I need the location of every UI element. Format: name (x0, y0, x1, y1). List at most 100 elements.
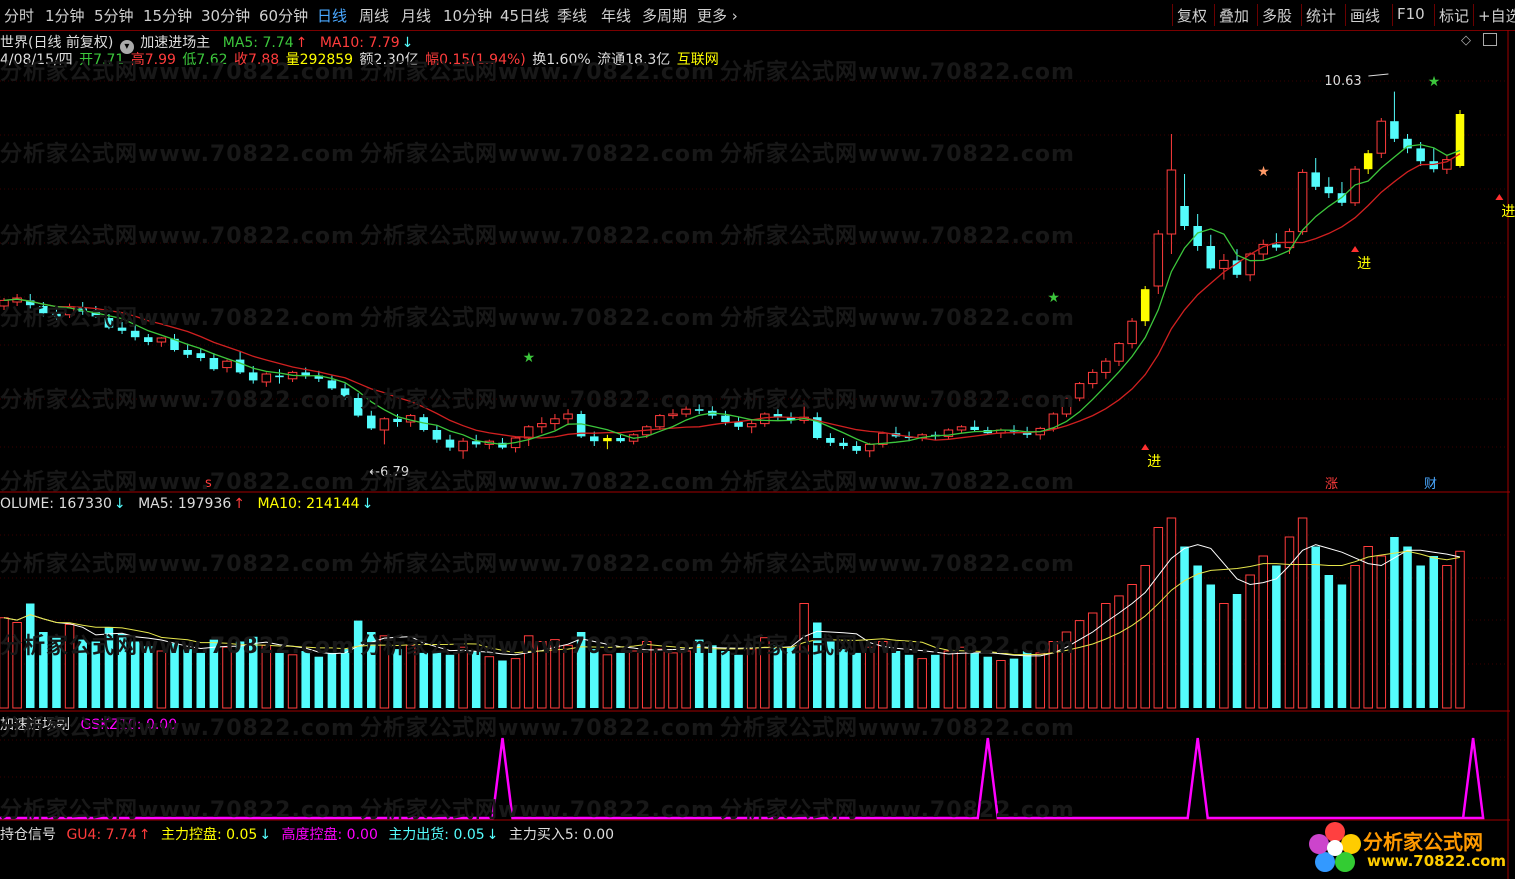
candle-body (1376, 120, 1387, 154)
volume-bar (379, 635, 390, 709)
candle-body (681, 408, 691, 415)
volume-bar (878, 641, 888, 709)
volume-bar (235, 641, 245, 708)
sub1-name[interactable]: 加速进场副 (0, 717, 70, 733)
volume-bar (1193, 565, 1202, 708)
volume-bar (301, 651, 310, 708)
volume-bar (144, 646, 153, 708)
volume-bar (261, 644, 272, 709)
volume-bar (39, 632, 48, 708)
down-arrow-icon: ↓ (361, 496, 374, 512)
volume-bar (734, 654, 743, 708)
volume-bar (891, 651, 901, 708)
candle-body (1153, 233, 1164, 287)
candle-body (537, 423, 547, 428)
volume-bar (1061, 631, 1072, 709)
candle-body (432, 430, 442, 440)
candle-body (1140, 289, 1150, 322)
logo-url: www.70822.com (1367, 852, 1507, 870)
volume-bar (708, 645, 717, 708)
volume-bar (1166, 517, 1177, 709)
volume-bar (1035, 652, 1046, 709)
candle-body (1363, 153, 1373, 170)
candle-body (340, 388, 350, 398)
sub2-gu4: GU4: 7.74 (66, 827, 137, 843)
candle-body (130, 330, 140, 338)
candle-body (1219, 259, 1229, 269)
sub2-header: 持仓信号 GU4: 7.74 ↑ 主力控盘: 0.05 ↓ 高度控盘: 0.00 主… (0, 824, 616, 844)
volume-bar (1324, 575, 1334, 708)
candle-body (1101, 360, 1111, 373)
candle-body (734, 422, 743, 427)
volume-bar (852, 652, 861, 708)
volume-ma10-line (3, 550, 1461, 656)
candle-body (196, 353, 206, 358)
volume-bar (1416, 565, 1425, 708)
sub1-value: GSKZ10: 0.00 (80, 717, 178, 733)
volume-bar (419, 652, 429, 708)
volume-bar (523, 635, 534, 709)
volume-bar (1297, 517, 1308, 709)
volume-bar (117, 633, 127, 708)
up-arrow-icon: ↑ (138, 827, 151, 843)
candle-body (327, 380, 337, 389)
volume-bar (170, 643, 179, 708)
volume-bar (484, 656, 495, 709)
volume-bar (432, 651, 442, 708)
volume-bar (668, 652, 678, 709)
volume-bar (209, 639, 219, 708)
volume-bar (248, 636, 258, 708)
volume-bar (590, 649, 599, 708)
candle-body (1087, 371, 1098, 385)
volume-bar (275, 652, 284, 708)
high-price-label: 10.63 (1324, 74, 1361, 89)
site-logo: 分析家公式网 www.70822.com (1305, 818, 1510, 876)
s-marker: s (205, 476, 212, 491)
volume-bar (104, 627, 114, 708)
volume-bar (812, 622, 822, 708)
candle-body (1206, 246, 1216, 269)
kline-chart[interactable]: 10.63←6.79进进进★★★★s 涨财 (0, 0, 1515, 879)
candle-body (655, 415, 665, 428)
sub2-name[interactable]: 持仓信号 (0, 827, 56, 843)
sub-indicator-lines (0, 737, 1485, 820)
volume-bar (760, 637, 770, 709)
candle-body (117, 327, 127, 331)
sub2-buy: 主力买入5: 0.00 (508, 827, 615, 843)
volume-bar (931, 654, 940, 708)
candle-body (603, 438, 612, 442)
volume-bar (681, 650, 691, 709)
volume-bar (156, 650, 167, 709)
candle-body (1390, 121, 1399, 139)
candle-body (523, 426, 534, 439)
sub2-out: 主力出货: 0.05 (388, 827, 485, 843)
candle-body (826, 438, 835, 443)
volume-bar (1180, 546, 1189, 708)
volume-bar (996, 660, 1006, 709)
candle-body (1455, 114, 1465, 166)
volume-bar (786, 647, 796, 708)
volume-bar (616, 652, 625, 708)
gskz10-line (0, 737, 1485, 820)
buy-signal-label: 进 (1357, 256, 1371, 272)
volume-bar (64, 623, 75, 709)
down-arrow-icon: ↓ (113, 496, 126, 512)
logo-title: 分析家公式网 (1363, 830, 1483, 854)
candle-body (1429, 161, 1439, 170)
volume-bar (1363, 546, 1373, 709)
candle-body (563, 413, 573, 420)
volume-bar (314, 656, 324, 708)
candle-body (746, 423, 757, 428)
candle-body (367, 415, 376, 429)
volume-bar (25, 603, 35, 708)
candle-body (183, 350, 192, 355)
green-star-icon: ★ (1047, 290, 1060, 306)
candle-body (956, 426, 967, 431)
candle-body (1350, 168, 1360, 204)
candle-body (353, 398, 363, 416)
volume-bar (91, 641, 101, 708)
volume-bar (458, 646, 468, 709)
volume-bar (1390, 537, 1399, 708)
volume-bar (1219, 603, 1229, 709)
low-price-label: ←6.79 (369, 465, 409, 480)
